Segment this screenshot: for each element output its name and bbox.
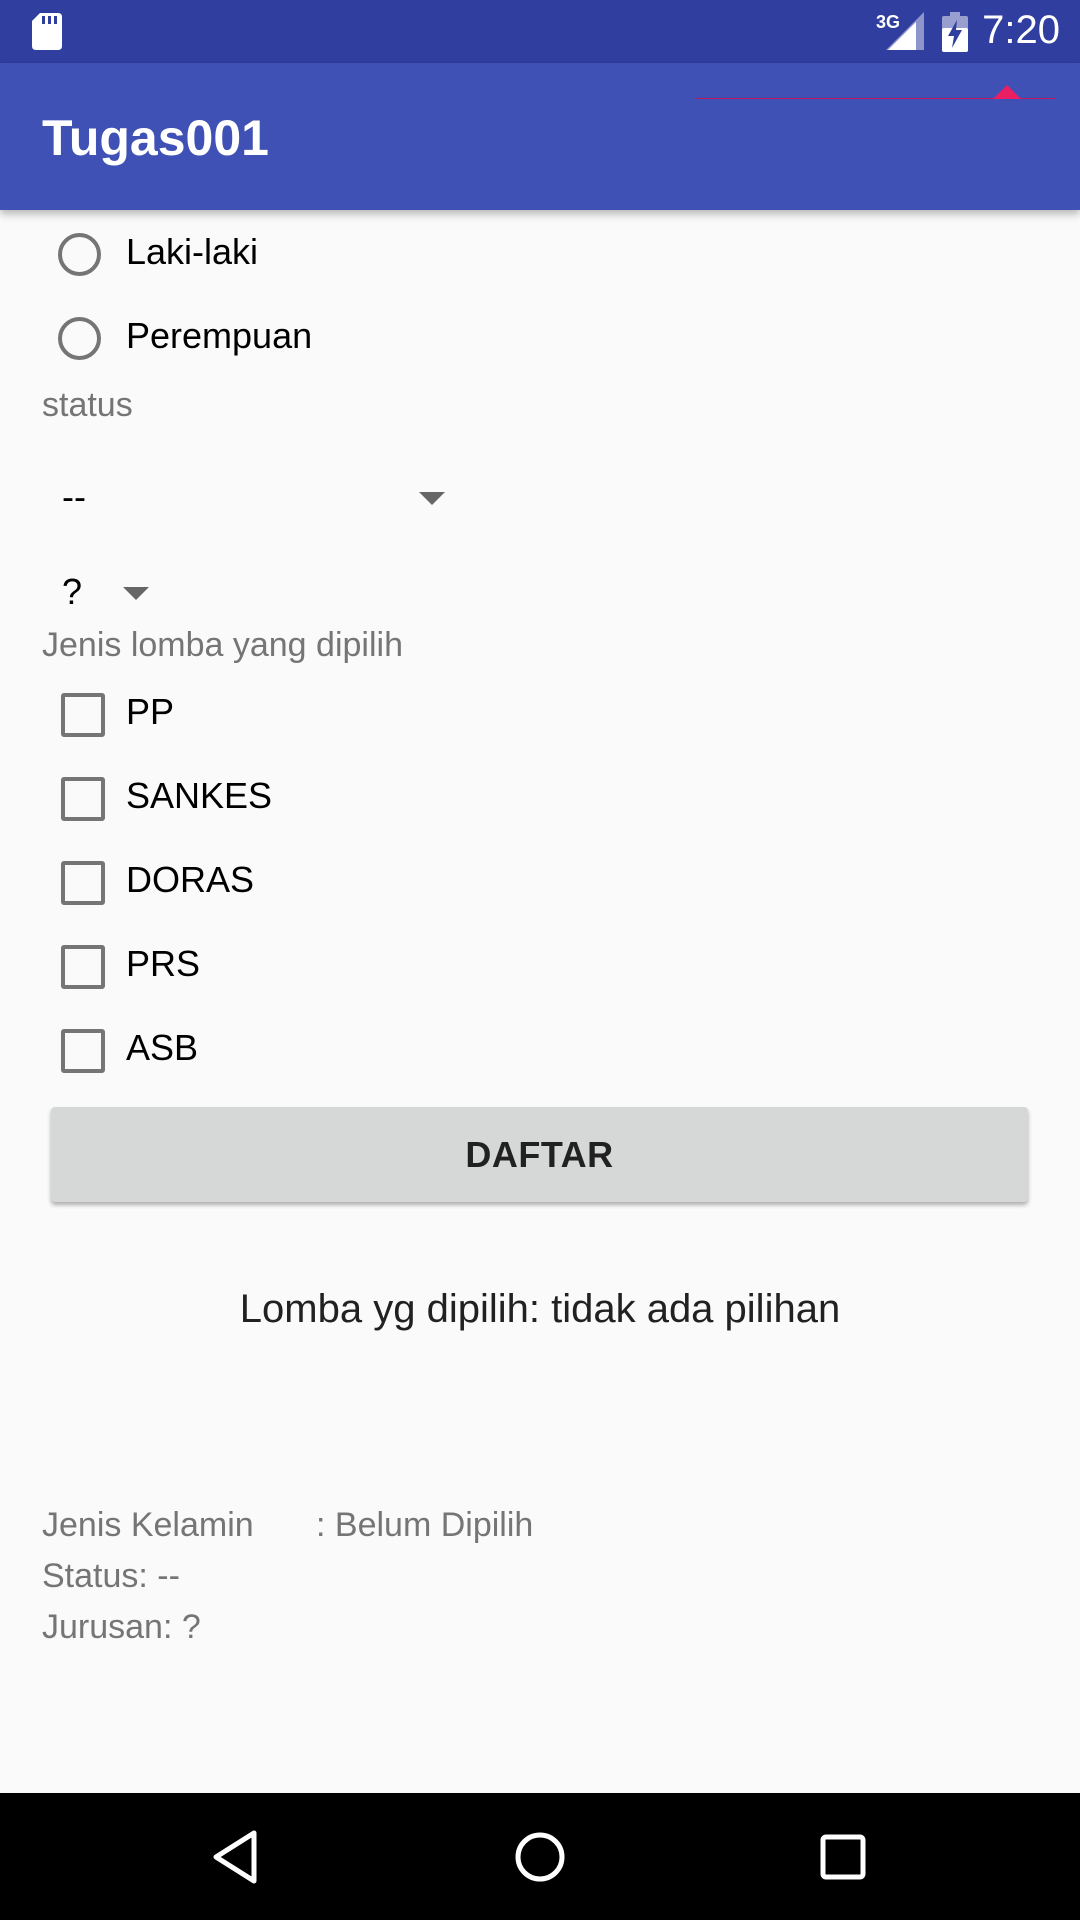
radio-perempuan[interactable]: Perempuan: [0, 296, 600, 380]
recents-icon[interactable]: [813, 1827, 873, 1887]
radio-label: Perempuan: [126, 315, 313, 356]
summary-status: Status: --: [42, 1557, 180, 1595]
checkbox-doras[interactable]: DORAS: [0, 840, 600, 924]
app-title: Tugas001: [42, 110, 269, 166]
accent-marker: [993, 85, 1021, 99]
checkbox-label: SANKES: [126, 775, 273, 816]
lomba-label: Jenis lomba yang dipilih: [42, 626, 403, 664]
checkbox-label: ASB: [126, 1027, 199, 1068]
checkbox-box[interactable]: [61, 693, 105, 737]
status-bar: 3G 7:20: [0, 0, 1080, 63]
radio-label: Laki-laki: [126, 231, 259, 272]
daftar-button[interactable]: DAFTAR: [51, 1107, 1028, 1202]
dropdown-arrow-icon: [419, 492, 445, 505]
checkbox-label: PP: [126, 691, 175, 732]
navigation-bar: [0, 1793, 1080, 1920]
radio-circle[interactable]: [58, 233, 101, 276]
jurusan-spinner[interactable]: ?: [42, 549, 172, 633]
checkbox-asb[interactable]: ASB: [0, 1008, 600, 1092]
summary-gender-value: : Belum Dipilih: [316, 1506, 534, 1544]
checkbox-pp[interactable]: PP: [0, 672, 600, 756]
checkbox-prs[interactable]: PRS: [0, 924, 600, 1008]
checkbox-label: PRS: [126, 943, 201, 984]
radio-laki-laki[interactable]: Laki-laki: [0, 212, 600, 296]
home-icon[interactable]: [510, 1827, 570, 1887]
clock: 7:20: [982, 8, 1060, 52]
signal-icon: [886, 12, 924, 50]
status-spinner[interactable]: --: [42, 454, 462, 538]
status-spinner-value: --: [62, 476, 86, 517]
checkbox-box[interactable]: [61, 945, 105, 989]
summary-jurusan: Jurusan: ?: [42, 1608, 201, 1646]
checkbox-box[interactable]: [61, 1029, 105, 1073]
checkbox-sankes[interactable]: SANKES: [0, 756, 600, 840]
back-icon[interactable]: [206, 1827, 266, 1887]
battery-charging-icon: [942, 12, 968, 52]
checkbox-box[interactable]: [61, 861, 105, 905]
summary-gender-label: Jenis Kelamin: [42, 1506, 254, 1544]
radio-circle[interactable]: [58, 317, 101, 360]
app-bar: Tugas001: [0, 63, 1080, 210]
checkbox-box[interactable]: [61, 777, 105, 821]
status-label: status: [42, 386, 133, 424]
sd-card-icon: [32, 13, 62, 50]
form-content: Laki-laki Perempuan status -- ? Jenis lo…: [0, 210, 1080, 1793]
checkbox-label: DORAS: [126, 859, 255, 900]
result-text: Lomba yg dipilih: tidak ada pilihan: [239, 1287, 841, 1331]
jurusan-spinner-value: ?: [62, 571, 83, 612]
dropdown-arrow-icon: [123, 587, 149, 600]
